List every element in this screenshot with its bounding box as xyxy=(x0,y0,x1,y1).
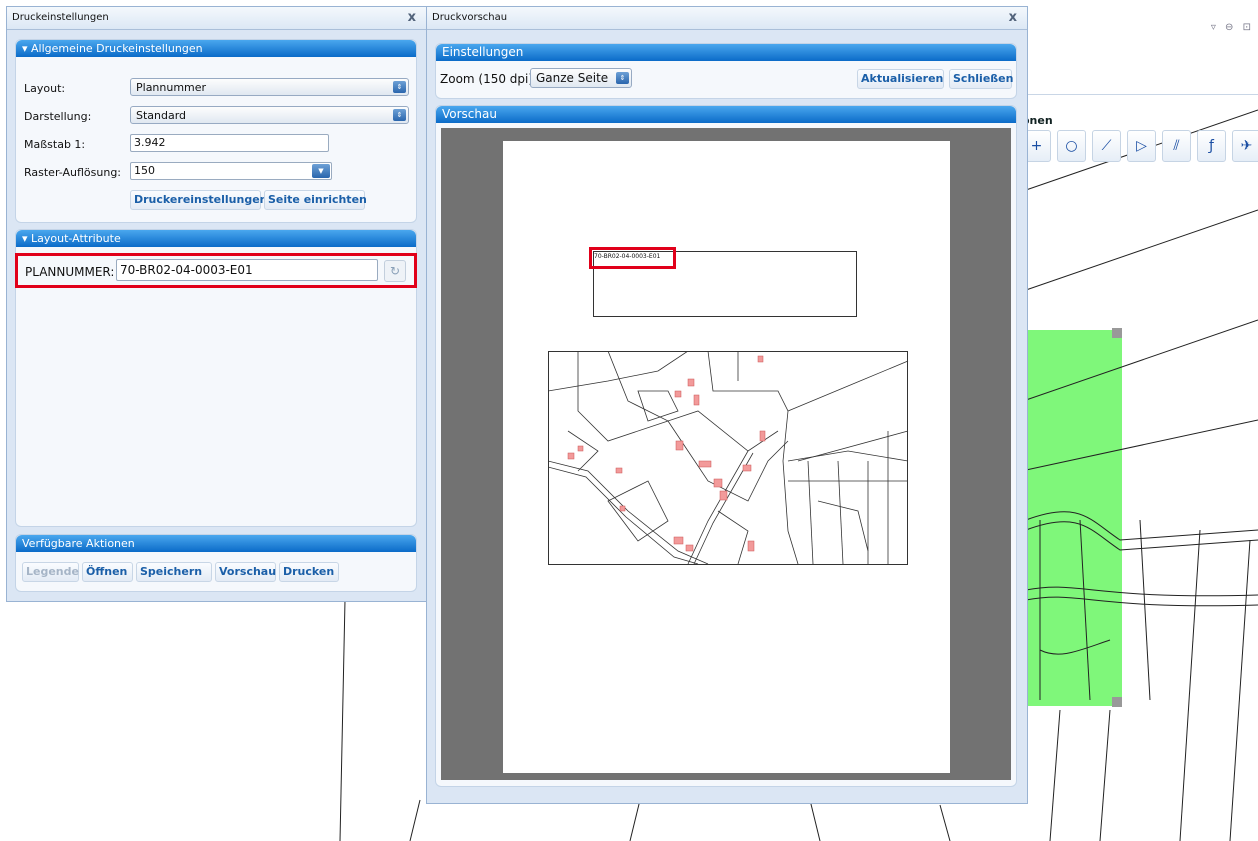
raster-combobox[interactable]: 150 ▼ xyxy=(130,162,332,180)
dropdown-arrow-icon[interactable]: ▼ xyxy=(312,164,330,178)
page-setup-button[interactable]: Seite einrichten xyxy=(264,190,367,210)
updown-arrow-icon: ⇕ xyxy=(393,109,406,121)
panel-header[interactable]: Einstellungen xyxy=(436,44,1016,61)
save-button[interactable]: Speichern xyxy=(136,562,212,582)
split-tool-icon[interactable]: ƒ xyxy=(1197,130,1226,162)
printer-settings-button[interactable]: Druckereinstellungen xyxy=(130,190,268,210)
zoom-select[interactable]: Ganze Seite ⇕ xyxy=(530,68,632,88)
preview-panel: Vorschau 70-BR02-04-0003-E01 xyxy=(435,105,1017,787)
window-title: Druckeinstellungen xyxy=(12,12,109,23)
panel-header[interactable]: ▾ Allgemeine Druckeinstellungen xyxy=(16,40,416,57)
window-title: Druckvorschau xyxy=(432,12,508,23)
open-button[interactable]: Öffnen xyxy=(82,562,133,582)
general-settings-panel: ▾ Allgemeine Druckeinstellungen Layout: … xyxy=(15,39,417,223)
preview-button[interactable]: Vorschau xyxy=(215,562,276,582)
print-preview-window: Druckvorschau x Einstellungen Zoom (150 … xyxy=(426,6,1028,804)
refresh-button[interactable]: Aktualisieren xyxy=(857,69,944,89)
window-titlebar[interactable]: Druckvorschau x xyxy=(427,7,1027,30)
circle-tool-icon[interactable]: ○ xyxy=(1057,130,1086,162)
map-toolbar: + ○ ⟋ ▷ ⫽ ƒ ✈ xyxy=(1022,130,1258,162)
highlight-box xyxy=(15,253,417,288)
print-button[interactable]: Drucken xyxy=(279,562,339,582)
close-icon[interactable]: x xyxy=(1009,7,1017,29)
updown-arrow-icon: ⇕ xyxy=(393,81,406,93)
display-label: Darstellung: xyxy=(24,110,92,123)
print-settings-window: Druckeinstellungen x ▾ Allgemeine Drucke… xyxy=(6,6,427,602)
close-button[interactable]: Schließen xyxy=(949,69,1013,89)
scale-input[interactable]: 3.942 xyxy=(130,134,329,152)
display-select[interactable]: Standard ⇕ xyxy=(130,106,409,124)
legend-button[interactable]: Legende xyxy=(22,562,79,582)
highlight-box xyxy=(589,247,676,269)
raster-label: Raster-Auflösung: xyxy=(24,166,122,179)
polygon-tool-icon[interactable]: ▷ xyxy=(1127,130,1156,162)
raster-value: 150 xyxy=(134,164,155,177)
window-titlebar[interactable]: Druckeinstellungen x xyxy=(7,7,426,30)
preview-settings-panel: Einstellungen Zoom (150 dpi): Ganze Seit… xyxy=(435,43,1017,99)
layout-label: Layout: xyxy=(24,82,66,95)
zoom-select-value: Ganze Seite xyxy=(536,71,609,85)
scale-label: Maßstab 1: xyxy=(24,138,86,151)
layout-select[interactable]: Plannummer ⇕ xyxy=(130,78,409,96)
line-tool-icon[interactable]: ⟋ xyxy=(1092,130,1121,162)
preview-map-image xyxy=(548,351,909,565)
map-window-header: ▿ ⊖ ⊡ xyxy=(1020,10,1258,45)
panel-header[interactable]: ▾ Layout-Attribute xyxy=(16,230,416,247)
actions-panel: Verfügbare Aktionen Legende Öffnen Speic… xyxy=(15,534,417,592)
panel-header[interactable]: Vorschau xyxy=(436,106,1016,123)
hatch-tool-icon[interactable]: ⫽ xyxy=(1162,130,1191,162)
map-header-area xyxy=(1020,44,1258,95)
display-select-value: Standard xyxy=(136,109,187,122)
panel-header[interactable]: Verfügbare Aktionen xyxy=(16,535,416,552)
zoom-label: Zoom (150 dpi): xyxy=(440,72,538,86)
layout-select-value: Plannummer xyxy=(136,81,207,94)
updown-arrow-icon: ⇕ xyxy=(616,72,629,84)
close-icon[interactable]: x xyxy=(408,7,416,29)
map-window-controls[interactable]: ▿ ⊖ ⊡ xyxy=(1211,22,1254,33)
satellite-tool-icon[interactable]: ✈ xyxy=(1232,130,1258,162)
